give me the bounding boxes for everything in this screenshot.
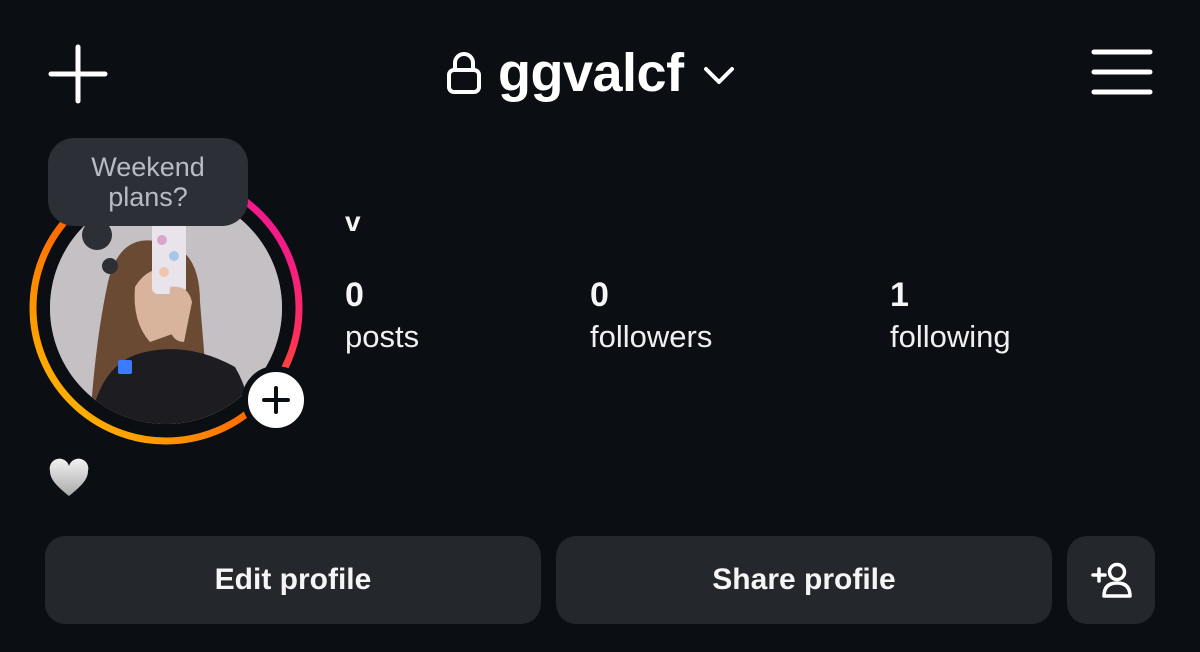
following-count: 1 [890,276,909,314]
posts-count: 0 [345,276,364,314]
username-title: ggvalcf [498,43,684,103]
stat-posts[interactable]: 0 posts [345,276,419,356]
add-story-button[interactable] [242,366,310,434]
stat-followers[interactable]: 0 followers [590,276,712,356]
display-name: v [345,206,361,237]
lock-icon [447,52,481,94]
white-heart-icon [48,458,90,498]
account-switcher[interactable]: ggvalcf [446,38,736,108]
plus-icon [262,386,290,414]
stat-following[interactable]: 1 following [890,276,1011,356]
chevron-down-icon [703,67,734,84]
followers-label: followers [590,319,713,354]
create-button[interactable] [48,44,108,104]
menu-button[interactable] [1090,46,1154,98]
share-profile-button[interactable]: Share profile [556,536,1052,624]
note-bubble[interactable]: Weekend plans? [48,138,248,226]
edit-profile-button[interactable]: Edit profile [45,536,541,624]
discover-people-button[interactable] [1067,536,1155,624]
plus-icon [48,44,108,104]
add-person-icon [1091,562,1132,598]
hamburger-menu-icon [1091,49,1153,95]
followers-count: 0 [590,276,609,314]
posts-label: posts [345,319,420,354]
note-bubble-tail-dot [102,258,118,274]
profile-page: ggvalcf Weekend plans? v 0 posts 0 follo… [0,0,1200,652]
following-label: following [890,319,1011,354]
